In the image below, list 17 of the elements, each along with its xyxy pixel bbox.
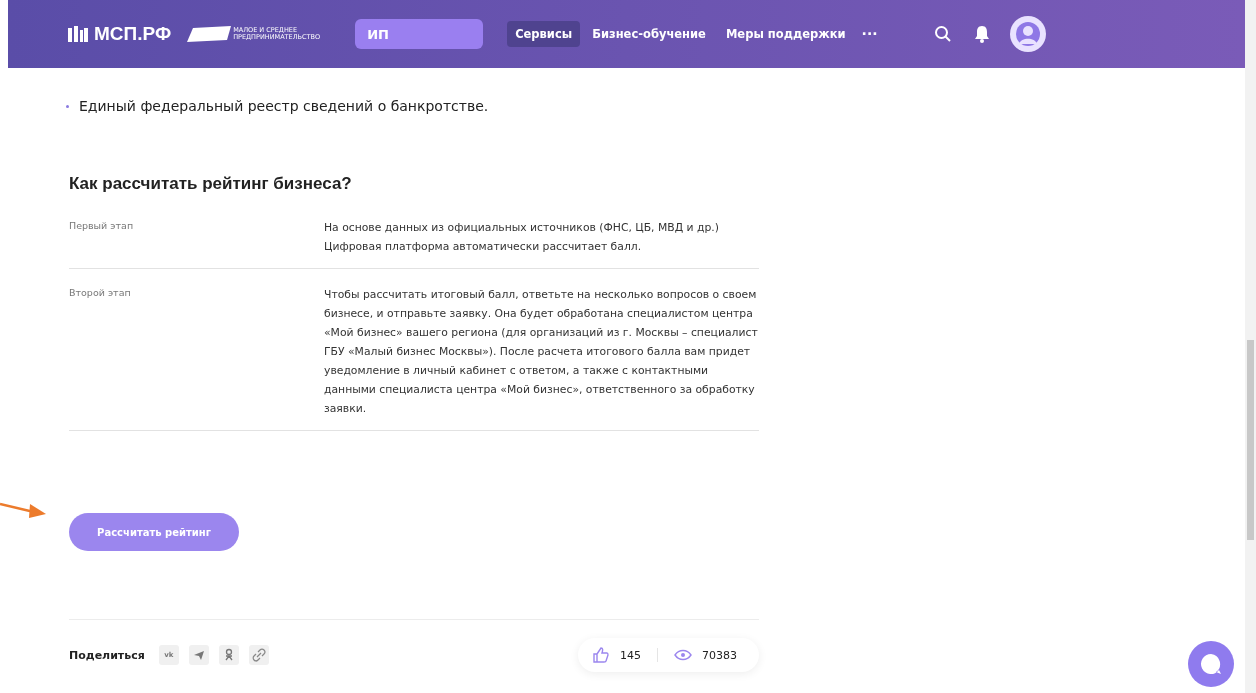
likes-count: 145: [620, 648, 641, 662]
nav-tab[interactable]: Меры поддержки: [717, 21, 854, 47]
calculate-rating-button[interactable]: Рассчитать рейтинг: [69, 513, 239, 551]
share-label: Поделиться: [69, 648, 145, 662]
views-count: 70383: [702, 648, 737, 662]
section-heading: Как рассчитать рейтинг бизнеса?: [69, 174, 353, 194]
list-text: Единый федеральный реестр сведений о банкротстве.: [79, 98, 489, 114]
more-menu[interactable]: ···: [861, 26, 878, 42]
nav-tab[interactable]: Сервисы: [507, 21, 581, 47]
step-description: На основе данных из официальных источников (ФНС, ЦБ, МВД и др.) Цифровая платформа автоматически рассчитает балл.: [324, 220, 720, 255]
step-label: Второй этап: [69, 286, 132, 300]
step-description: Чтобы рассчитать итоговый балл, ответьте на несколько вопросов о своем бизнесе, и отправьте заявку. Она будет обработана специалистом центра «Мой бизнес» вашего региона (для организаций из г. Москвы – специалист ГБУ «Малый бизнес Москвы»). После расчета итогового балла вам придет уведомление в личный кабинет с ответом, а также с контактными данными специалиста центра «Мой бизнес», ответственного за обработку заявки.: [324, 287, 759, 417]
logo-text: МСП.РФ: [94, 23, 172, 45]
search-field[interactable]: ИП: [355, 19, 484, 49]
step-label: Первый этап: [69, 219, 135, 233]
nav-tab[interactable]: Бизнес-обучение: [584, 21, 714, 47]
site-logo[interactable]: МСП.РФ: [68, 23, 172, 45]
